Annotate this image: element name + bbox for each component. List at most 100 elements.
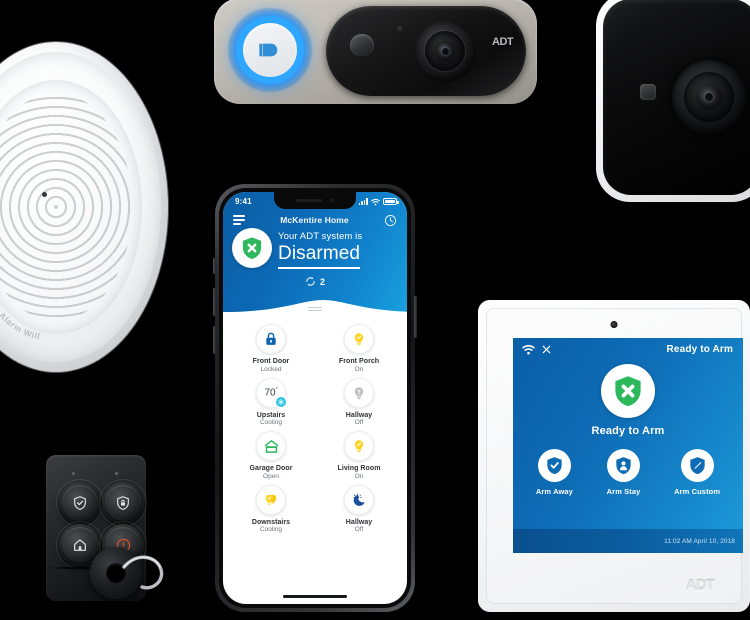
tile-upstairs-thermostat[interactable]: 70° Upstairs Cooling xyxy=(227,377,315,426)
sync-status-row[interactable]: 2 xyxy=(223,276,407,287)
close-x-icon[interactable] xyxy=(541,344,552,355)
tile-hallway-light[interactable]: Hallway Off xyxy=(315,377,403,426)
tile-icon-wrap xyxy=(256,431,286,461)
key-fob-led-left xyxy=(71,471,76,476)
tile-living-room-light[interactable]: Living Room On xyxy=(315,431,403,480)
arm-stay-label: Arm Stay xyxy=(606,487,641,496)
phone-volume-down-button[interactable] xyxy=(213,326,216,354)
panel-status-label: Ready to Arm xyxy=(591,425,665,437)
product-family-scene: WARNING: In Alarm, Alarm Will ADT xyxy=(0,0,750,620)
tile-label: Hallway xyxy=(345,518,373,526)
sync-icon xyxy=(306,277,315,286)
arm-away-icon-wrap xyxy=(537,449,571,482)
shield-x-glyph xyxy=(242,237,262,259)
thermostat-value: 70 xyxy=(264,387,276,399)
tile-icon-wrap xyxy=(256,484,286,515)
smoke-detector-indicator-led xyxy=(42,192,47,197)
tile-icon-wrap xyxy=(344,431,374,461)
panel-footer: 11:02 AM April 10, 2018 xyxy=(513,529,743,553)
key-ring-metal xyxy=(122,555,164,590)
panel-timestamp: 11:02 AM April 10, 2018 xyxy=(664,537,735,545)
shield-pencil-icon xyxy=(689,457,705,475)
panel-touchscreen: Ready to Arm Ready to Arm Arm Away Arm S… xyxy=(513,338,743,553)
cellular-signal-icon xyxy=(358,198,368,205)
hero-subtitle: Your ADT system is xyxy=(278,231,363,242)
tile-label: Hallway xyxy=(345,411,373,419)
night-mode-icon xyxy=(352,493,365,506)
doorbell-lens-core xyxy=(442,48,449,55)
tile-state: On xyxy=(354,472,364,480)
phone-power-button[interactable] xyxy=(414,296,417,338)
tile-state: Off xyxy=(354,419,364,426)
thermostat-icon: 70° xyxy=(264,387,277,398)
phone-earpiece xyxy=(296,199,322,202)
arm-custom-icon-wrap xyxy=(680,449,714,482)
arm-away-label: Arm Away xyxy=(535,487,573,496)
key-fob-remote xyxy=(46,455,166,620)
lightbulb-on-icon xyxy=(354,333,364,346)
pull-up-handle[interactable] xyxy=(308,307,322,312)
tile-downstairs[interactable]: Downstairs Cooling xyxy=(227,484,315,533)
smoke-detector-vents xyxy=(0,93,132,321)
tile-garage-door[interactable]: Garage Door Open xyxy=(227,431,315,480)
shield-disarmed-icon xyxy=(601,364,655,418)
shield-person-icon xyxy=(616,457,631,475)
arm-custom-button[interactable]: Arm Custom xyxy=(674,449,720,496)
app-hero-section: 9:41 McKentire Home Your ADT system is D… xyxy=(223,192,407,315)
video-doorbell: ADT xyxy=(214,0,537,104)
arm-away-button[interactable]: Arm Away xyxy=(536,449,573,496)
tile-icon-wrap xyxy=(344,377,374,408)
tile-state: Open xyxy=(263,472,279,480)
tile-icon-wrap xyxy=(256,324,286,354)
wifi-icon[interactable] xyxy=(522,344,535,355)
panel-adt-logo: ADT xyxy=(685,577,715,594)
doorbell-microphone xyxy=(397,26,402,31)
camera-lens-icon xyxy=(705,93,713,101)
tile-state: Cooling xyxy=(259,526,283,533)
adt-command-panel: Ready to Arm Ready to Arm Arm Away Arm S… xyxy=(478,300,750,612)
key-fob-button-arm-away[interactable] xyxy=(59,482,101,524)
tile-front-porch[interactable]: Front Porch On xyxy=(315,324,403,373)
shield-disarmed-icon xyxy=(232,228,272,268)
panel-camera-icon xyxy=(610,321,618,328)
app-navbar: McKentire Home xyxy=(223,211,407,228)
phone-volume-up-button[interactable] xyxy=(213,288,216,316)
tile-icon-wrap: 70° xyxy=(256,377,287,408)
tile-front-door[interactable]: Front Door Locked xyxy=(227,324,315,373)
indoor-camera xyxy=(596,0,750,202)
tile-hallway-night-mode[interactable]: Hallway Off xyxy=(315,484,403,533)
hero-system-state: Disarmed xyxy=(278,243,361,269)
lightbulb-off-icon xyxy=(354,386,364,399)
arm-stay-button[interactable]: Arm Stay xyxy=(607,449,641,496)
key-fob-button-arm-stay[interactable] xyxy=(102,482,144,524)
key-fob-led-right xyxy=(114,471,119,476)
tile-state: Off xyxy=(354,526,364,533)
phone-home-indicator[interactable] xyxy=(283,594,347,598)
hero-body: Your ADT system is Disarmed 2 xyxy=(223,228,407,287)
tile-label: Front Porch xyxy=(338,358,380,365)
wifi-icon xyxy=(371,198,380,205)
tile-state: Cooling xyxy=(259,419,283,426)
arm-stay-icon-wrap xyxy=(607,449,641,482)
tile-label: Front Door xyxy=(252,358,290,365)
doorbell-icon xyxy=(259,43,278,57)
panel-arm-actions: Arm Away Arm Stay Arm Custom xyxy=(513,449,743,496)
tile-label: Living Room xyxy=(337,465,381,472)
motion-sensor-icon xyxy=(640,84,656,100)
panel-status-bar: Ready to Arm xyxy=(513,338,743,355)
garage-open-icon xyxy=(264,439,278,453)
tile-label: Downstairs xyxy=(251,518,291,526)
clock-icon[interactable] xyxy=(384,214,397,227)
phone-screen: 9:41 McKentire Home Your ADT system is D… xyxy=(223,192,407,604)
hamburger-menu-icon[interactable] xyxy=(233,215,245,225)
phone-notch xyxy=(274,192,356,209)
double-lightbulb-icon xyxy=(265,494,277,505)
snowflake-icon xyxy=(275,395,287,408)
status-bar-time: 9:41 xyxy=(235,197,252,206)
shield-x-glyph xyxy=(615,376,641,407)
panel-title: Ready to Arm xyxy=(666,344,733,355)
lock-icon xyxy=(266,332,276,345)
snowflake-glyph xyxy=(278,398,284,405)
phone-mute-switch[interactable] xyxy=(213,258,216,274)
shield-check-icon xyxy=(547,457,562,475)
